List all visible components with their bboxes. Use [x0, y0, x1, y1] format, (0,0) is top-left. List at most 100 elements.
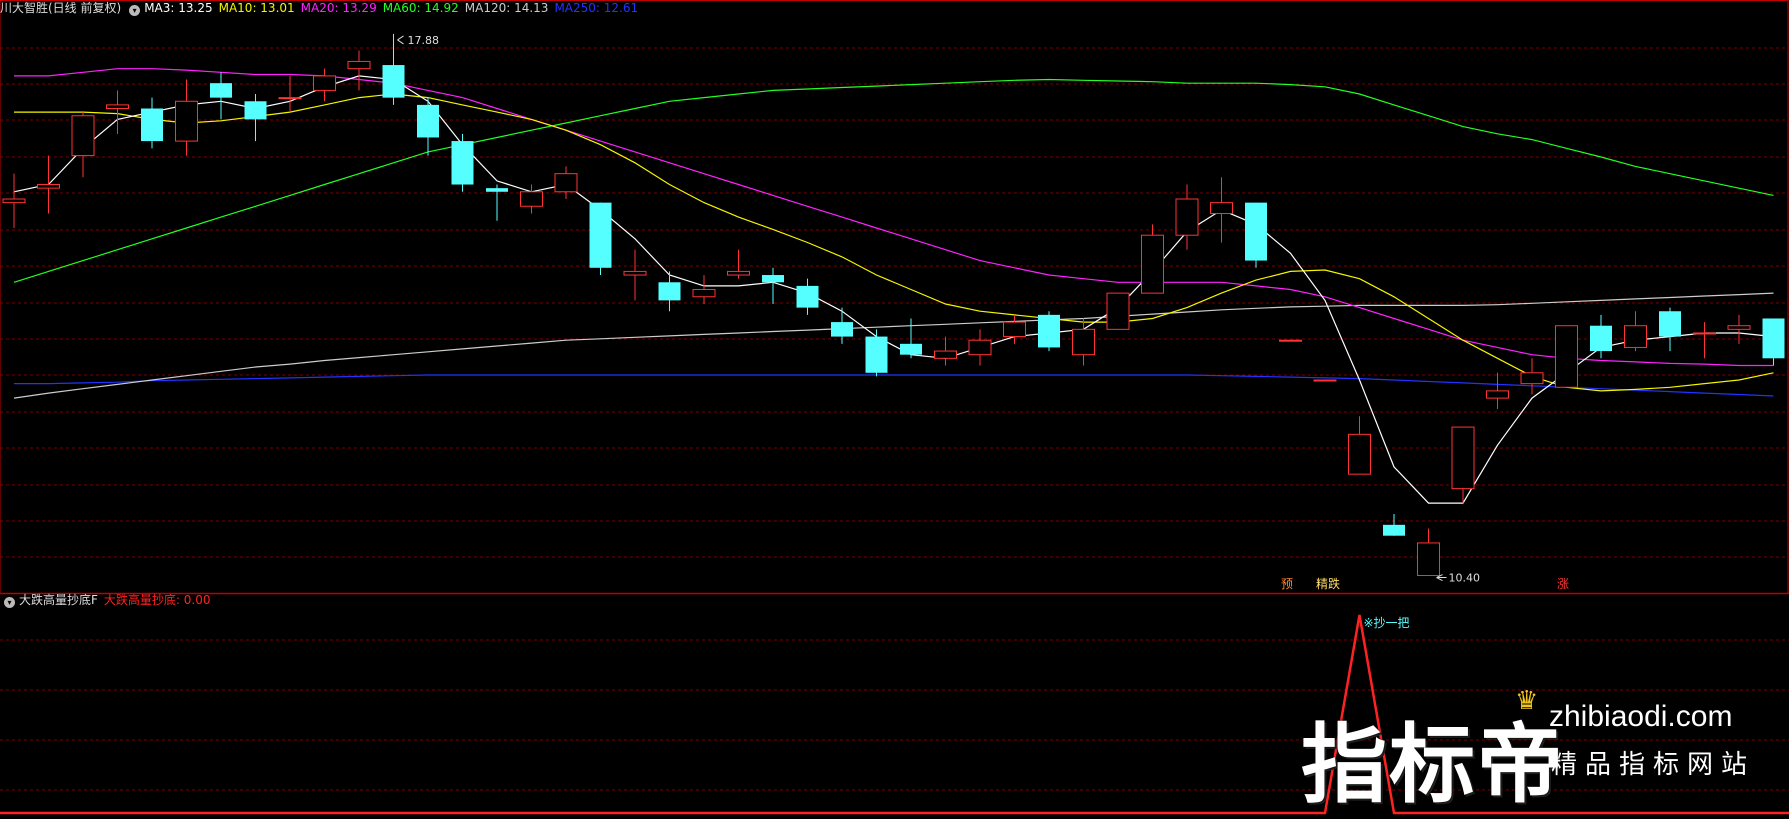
dropdown-icon[interactable]: ▾ — [129, 5, 141, 16]
candle — [968, 329, 992, 366]
candle — [1417, 528, 1440, 577]
ma250-line — [14, 374, 1774, 397]
candle-body — [762, 275, 784, 283]
candle-body — [623, 270, 647, 276]
candle — [2, 173, 26, 228]
candle-body — [934, 350, 957, 359]
candle — [313, 68, 336, 102]
candle — [692, 275, 716, 304]
candle-body — [141, 108, 163, 142]
candle — [37, 155, 60, 214]
candle-body — [1072, 328, 1095, 356]
watermark-url: zhibiaodi.com — [1549, 700, 1733, 733]
candle — [1245, 202, 1267, 268]
candle — [1624, 311, 1647, 352]
candle — [1348, 416, 1371, 475]
candle-body — [244, 101, 267, 120]
candle — [1210, 177, 1233, 243]
main-header: 川大智胜(日线 前复权) ▾ MA3: 13.25 MA10: 13.01 MA20: … — [0, 0, 644, 16]
candle — [382, 33, 405, 105]
candle — [934, 336, 957, 366]
candle — [244, 94, 267, 142]
high-label: 17.88 — [408, 34, 440, 47]
candle-body — [71, 115, 95, 157]
candle — [1762, 318, 1785, 366]
candle-body — [554, 173, 578, 193]
candle — [106, 90, 129, 134]
watermark-sub: 精品指标网站 — [1551, 750, 1756, 780]
candle — [1520, 358, 1544, 395]
candle — [1313, 379, 1337, 382]
indicator-title: 大跌高量抄底F — [19, 593, 98, 607]
stock-title: 川大智胜(日线 前复权) — [0, 1, 122, 15]
signal-label: 预 — [1281, 577, 1293, 591]
candle — [1141, 224, 1164, 294]
candle-body — [451, 141, 474, 185]
candle — [1072, 318, 1095, 366]
candle-body — [313, 75, 336, 91]
ma10-label: MA10: 13.01 — [218, 1, 295, 15]
candle-body — [1417, 542, 1440, 577]
signal-label: 精跌 — [1316, 576, 1340, 591]
candle-body — [1383, 524, 1405, 536]
candle — [554, 166, 578, 200]
ma10-line — [14, 93, 1774, 392]
candle-body — [175, 100, 198, 142]
candle-body — [658, 282, 681, 301]
candle — [762, 267, 784, 304]
candle-body — [1555, 325, 1578, 388]
candle-body — [1210, 202, 1233, 214]
candle — [865, 329, 888, 377]
candle-body — [1348, 433, 1371, 475]
signal-marker-label: ※抄一把 — [1364, 616, 1410, 630]
candle-body — [865, 336, 888, 373]
dropdown-icon[interactable]: ▾ — [4, 597, 15, 608]
candle-body — [831, 322, 853, 337]
candle-body — [106, 104, 129, 110]
sub-header: ▾ 大跌高量抄底F 大跌高量抄底: 0.00 — [0, 592, 216, 608]
candle-body — [692, 289, 716, 298]
signal-label: 涨 — [1557, 576, 1569, 591]
ma20-label: MA20: 13.29 — [300, 1, 377, 15]
candle — [727, 249, 750, 279]
candle-body — [1106, 292, 1130, 330]
watermark: ♛ 指标帝 zhibiaodi.com 精品指标网站 — [1301, 686, 1771, 815]
candle — [141, 97, 163, 149]
candle — [1555, 325, 1578, 388]
candle — [175, 79, 198, 156]
candle — [278, 75, 302, 113]
candle-body — [1451, 426, 1475, 490]
candle — [900, 318, 922, 359]
candle — [623, 249, 647, 301]
candle-body — [1245, 202, 1267, 261]
candle — [1590, 314, 1612, 359]
candle-body — [796, 285, 819, 308]
candle-body — [1003, 321, 1026, 338]
candle — [71, 112, 95, 178]
candle-body — [727, 270, 750, 276]
candle-body — [347, 60, 371, 70]
candle-body — [968, 339, 992, 356]
candle-body — [1313, 379, 1337, 382]
candle — [417, 97, 439, 156]
low-label: 10.40 — [1449, 572, 1481, 585]
candle-body — [417, 104, 439, 138]
candle-body — [1520, 372, 1544, 385]
ma3-label: MA3: 13.25 — [144, 1, 213, 15]
main-panel-border — [0, 0, 1789, 594]
candle-body — [1038, 314, 1060, 348]
candle-body — [1624, 325, 1647, 348]
candle-body — [37, 184, 60, 189]
candle-body — [520, 191, 543, 207]
candle-body — [2, 198, 26, 204]
candle-body — [589, 202, 612, 268]
watermark-big: 指标帝 — [1301, 715, 1565, 815]
candle — [589, 202, 612, 276]
ma3-line — [13, 75, 1774, 504]
candle-body — [1727, 325, 1751, 330]
candle-body — [1693, 332, 1716, 335]
candle — [1038, 311, 1060, 352]
candle — [1279, 339, 1302, 342]
candle-body — [1175, 198, 1199, 236]
candle — [1451, 426, 1475, 504]
